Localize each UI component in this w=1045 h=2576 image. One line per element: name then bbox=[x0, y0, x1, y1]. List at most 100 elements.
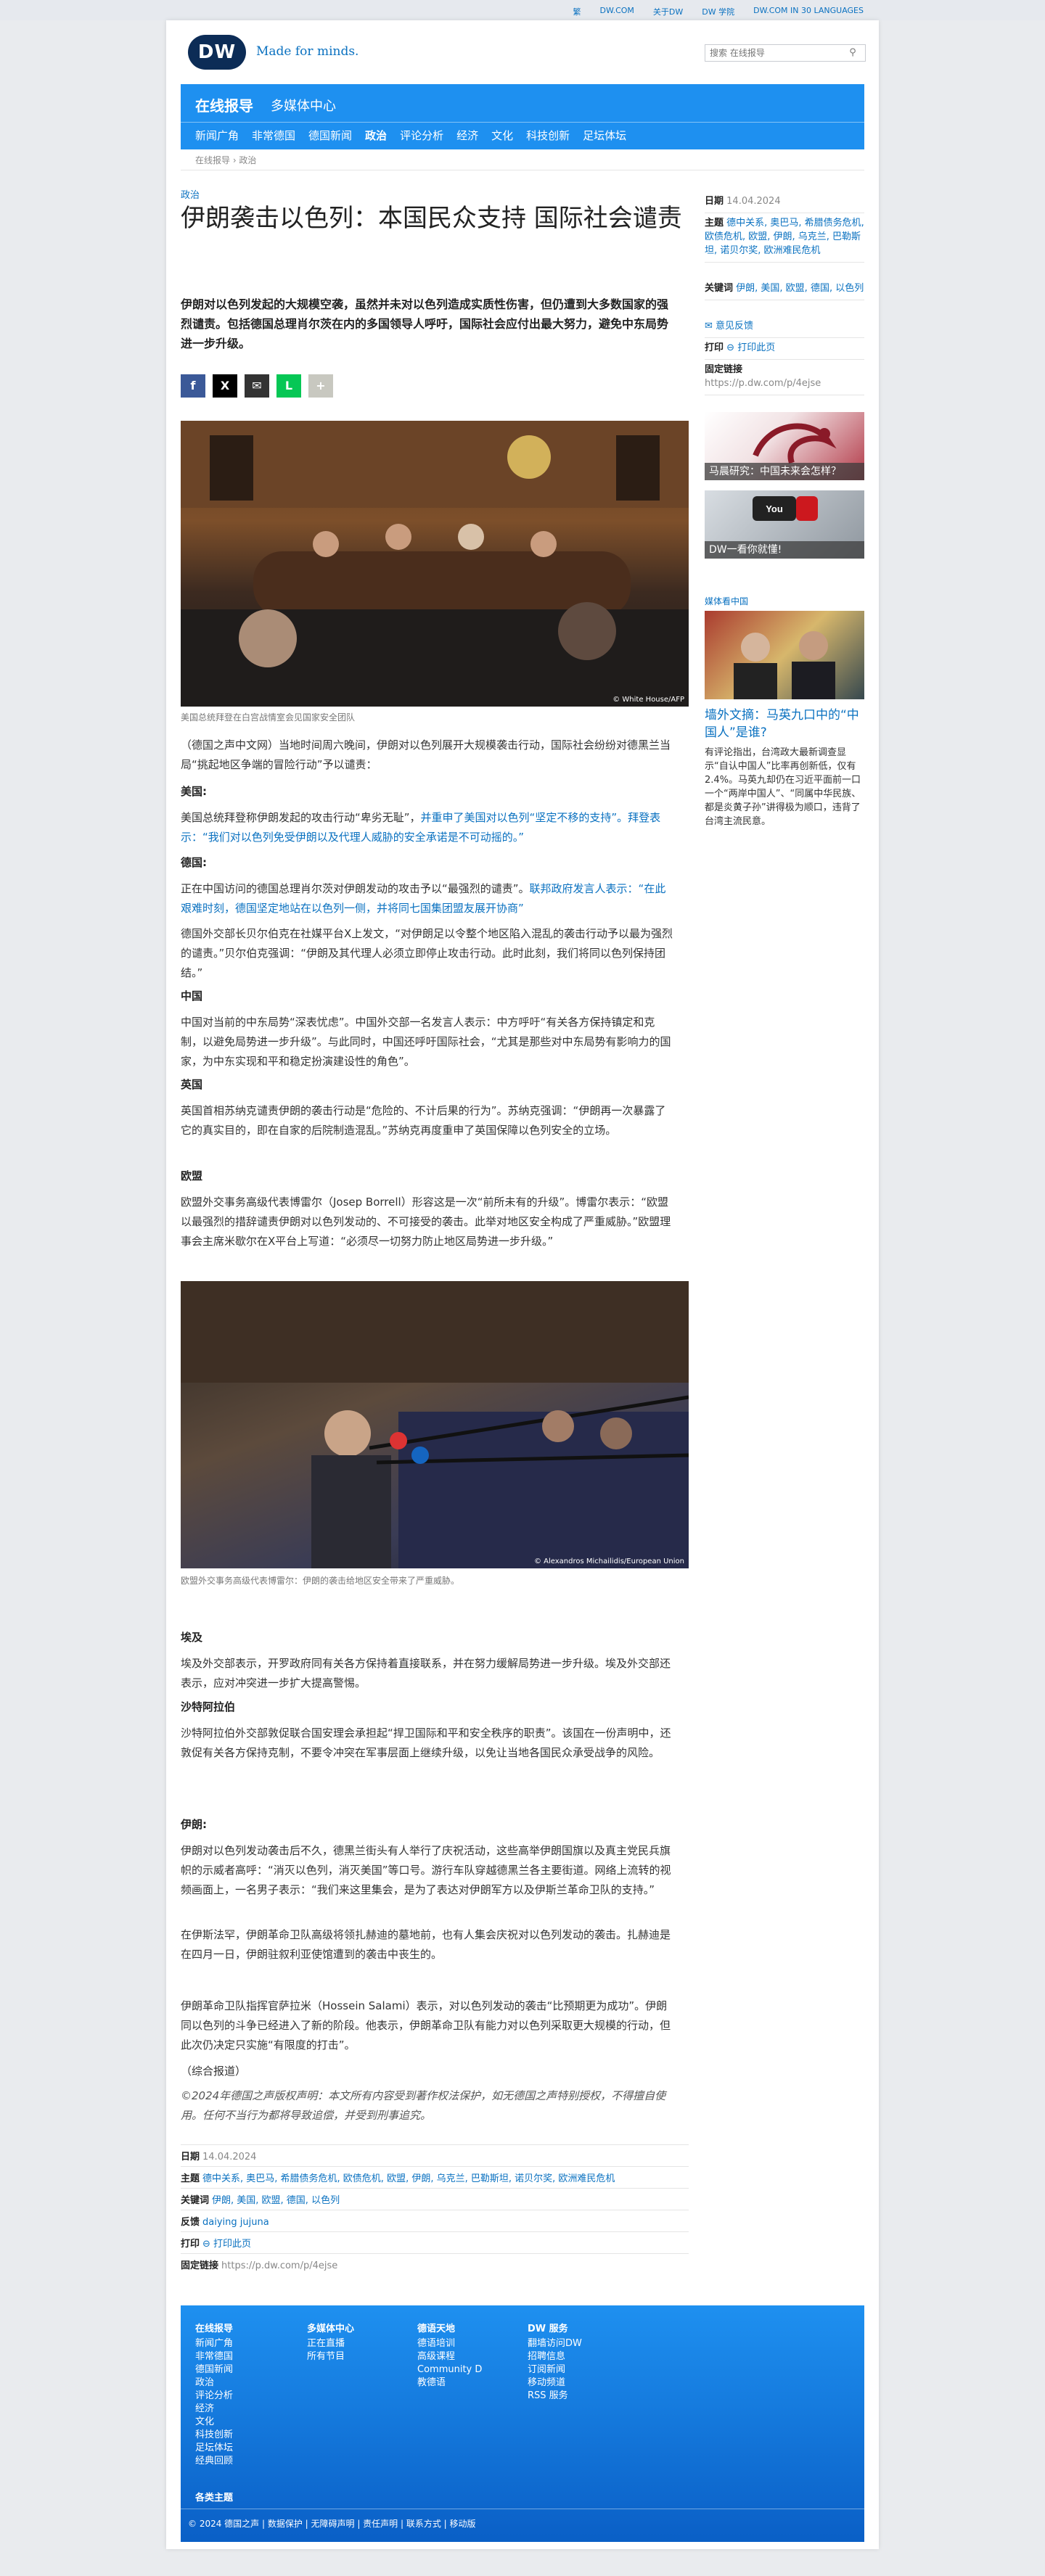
footer-link[interactable]: Community D bbox=[417, 2363, 482, 2377]
main-navigation: 在线报导 多媒体中心 新闻广角 非常德国 德国新闻 政治 评论分析 经济 文化 … bbox=[181, 84, 864, 149]
side-label: 关键词 bbox=[705, 283, 734, 294]
nav-item[interactable]: 科技创新 bbox=[526, 128, 570, 143]
footer-link[interactable]: 文化 bbox=[195, 2416, 233, 2429]
footer-legal-links[interactable]: © 2024 德国之声 | 数据保护 | 无障碍声明 | 责任声明 | 联系方式… bbox=[188, 2517, 476, 2530]
side-permalink-row: 固定链接 https://p.dw.com/p/4ejse bbox=[705, 363, 864, 395]
footer-topics-link[interactable]: 各类主题 bbox=[195, 2490, 233, 2503]
footer-link[interactable]: 政治 bbox=[195, 2377, 233, 2390]
page-container: DW Made for minds. ⚲ 在线报导 多媒体中心 新闻广角 非常德… bbox=[166, 20, 879, 2549]
nav-item[interactable]: 评论分析 bbox=[400, 128, 443, 143]
side-topics-links[interactable]: 德中关系, 奥巴马, 希腊债务危机, 欧债危机, 欧盟, 伊朗, 乌克兰, 巴勒… bbox=[705, 218, 864, 256]
footer-link[interactable]: 教德语 bbox=[417, 2377, 482, 2390]
nav-item[interactable]: 新闻广角 bbox=[195, 128, 239, 143]
search-icon[interactable]: ⚲ bbox=[845, 46, 860, 59]
photo-credit: © White House/AFP bbox=[612, 696, 684, 704]
nav-item[interactable]: 非常德国 bbox=[252, 128, 295, 143]
nav-item[interactable]: 德国新闻 bbox=[308, 128, 352, 143]
side-permalink[interactable]: https://p.dw.com/p/4ejse bbox=[705, 378, 821, 389]
meta-date: 14.04.2024 bbox=[202, 2152, 257, 2163]
footer-link[interactable]: RSS 服务 bbox=[528, 2390, 582, 2403]
footer-column: 多媒体中心 正在直播 所有节目 bbox=[307, 2323, 354, 2363]
section-heading-china: 中国 bbox=[181, 989, 203, 1003]
footer-heading[interactable]: 在线报导 bbox=[195, 2323, 233, 2336]
paragraph-text: 美国总统拜登称伊朗发起的攻击行动“卑劣无耻”， bbox=[181, 811, 421, 824]
side-story-desc: 有评论指出，台湾政大最新调查显示“自认中国人”比率再创新低，仅有2.4%。马英九… bbox=[705, 747, 861, 827]
more-share-icon[interactable]: + bbox=[308, 374, 333, 398]
promo-banner-youtube[interactable]: You DW一看你就懂! bbox=[705, 490, 864, 559]
footer-link[interactable]: 经典回顾 bbox=[195, 2455, 233, 2468]
footer-heading[interactable]: 德语天地 bbox=[417, 2323, 482, 2336]
footer-link[interactable]: 所有节目 bbox=[307, 2350, 354, 2363]
nav-divider bbox=[181, 122, 864, 123]
footer-link[interactable]: 足坛体坛 bbox=[195, 2442, 233, 2455]
side-keywords-links[interactable]: 伊朗, 美国, 欧盟, 德国, 以色列 bbox=[736, 283, 864, 294]
footer-link[interactable]: 评论分析 bbox=[195, 2390, 233, 2403]
footer-link[interactable]: 德国新闻 bbox=[195, 2363, 233, 2377]
nav-multimedia[interactable]: 多媒体中心 bbox=[271, 96, 336, 115]
footer-heading[interactable]: DW 服务 bbox=[528, 2323, 582, 2336]
footer-link[interactable]: 翻墙访问DW bbox=[528, 2337, 582, 2350]
photo-caption: 欧盟外交事务高级代表博雷尔：伊朗的袭击给地区安全带来了严重威胁。 bbox=[181, 1576, 460, 1586]
meta-topics-links[interactable]: 德中关系, 奥巴马, 希腊债务危机, 欧债危机, 欧盟, 伊朗, 乌克兰, 巴勒… bbox=[202, 2173, 615, 2184]
x-icon[interactable]: X bbox=[213, 374, 237, 398]
footer-link[interactable]: 德语培训 bbox=[417, 2337, 482, 2350]
nav-item-active[interactable]: 政治 bbox=[365, 128, 387, 143]
section-heading-uk: 英国 bbox=[181, 1078, 203, 1091]
footer-link[interactable]: 移动频道 bbox=[528, 2377, 582, 2390]
side-story-title[interactable]: 墙外文摘：马英九口中的“中国人”是谁? bbox=[705, 707, 864, 741]
footer-link[interactable]: 订阅新闻 bbox=[528, 2363, 582, 2377]
nav-items: 新闻广角 非常德国 德国新闻 政治 评论分析 经济 文化 科技创新 足坛体坛 bbox=[195, 128, 626, 143]
footer: 在线报导 新闻广角 非常德国 德国新闻 政治 评论分析 经济 文化 科技创新 足… bbox=[181, 2305, 864, 2542]
footer-link[interactable]: 非常德国 bbox=[195, 2350, 233, 2363]
side-print-link[interactable]: 打印此页 bbox=[737, 342, 775, 353]
section-heading-egypt: 埃及 bbox=[181, 1631, 203, 1644]
footer-link[interactable]: 新闻广角 bbox=[195, 2337, 233, 2350]
meta-label: 打印 bbox=[181, 2239, 200, 2250]
nav-item[interactable]: 经济 bbox=[456, 128, 478, 143]
nav-item[interactable]: 文化 bbox=[491, 128, 513, 143]
feedback-icon[interactable]: ✉ bbox=[705, 321, 716, 332]
meta-label: 反馈 bbox=[181, 2217, 200, 2228]
print-icon[interactable]: ⊖ bbox=[726, 342, 737, 353]
top-link-traditional[interactable]: 繁 bbox=[573, 6, 581, 17]
paragraph-germany: 正在中国访问的德国总理肖尔茨对伊朗发动的攻击予以“最强烈的谴责”。联邦政府发言人… bbox=[181, 879, 674, 918]
section-heading-us: 美国: bbox=[181, 785, 207, 798]
paragraph-us: 美国总统拜登称伊朗发起的攻击行动“卑劣无耻”，并重申了美国对以色列“坚定不移的支… bbox=[181, 808, 674, 847]
top-link-academy[interactable]: DW 学院 bbox=[702, 6, 734, 17]
paragraph: 英国首相苏纳克谴责伊朗的袭击行动是“危险的、不计后果的行为”。苏纳克强调：“伊朗… bbox=[181, 1104, 666, 1137]
article-kicker[interactable]: 政治 bbox=[181, 187, 200, 201]
side-feedback-link[interactable]: 意见反馈 bbox=[716, 321, 753, 332]
media-section-heading[interactable]: 媒体看中国 bbox=[705, 595, 748, 607]
nav-item[interactable]: 足坛体坛 bbox=[583, 128, 626, 143]
footer-link[interactable]: 高级课程 bbox=[417, 2350, 482, 2363]
footer-heading[interactable]: 多媒体中心 bbox=[307, 2323, 354, 2336]
facebook-icon[interactable]: f bbox=[181, 374, 205, 398]
search-input[interactable] bbox=[705, 44, 866, 62]
side-label: 日期 bbox=[705, 196, 724, 207]
footer-link[interactable]: 科技创新 bbox=[195, 2429, 233, 2442]
dw-logo[interactable]: DW bbox=[188, 35, 246, 70]
meta-print-link[interactable]: 打印此页 bbox=[213, 2239, 251, 2250]
meta-keywords-links[interactable]: 伊朗, 美国, 欧盟, 德国, 以色列 bbox=[212, 2195, 340, 2206]
line-icon[interactable]: L bbox=[276, 374, 301, 398]
promo-banner-china-future[interactable]: 马晨研究：中国未来会怎样？ bbox=[705, 412, 864, 480]
article-lead: 伊朗对以色列发起的大规模空袭，虽然并未对以色列造成实质性伤害，但仍遭到大多数国家… bbox=[181, 297, 669, 350]
top-link-languages[interactable]: DW.COM IN 30 LANGUAGES bbox=[753, 6, 864, 17]
nav-section-title[interactable]: 在线报导 bbox=[195, 94, 253, 115]
paragraph: 在伊斯法罕，伊朗革命卫队高级将领扎赫迪的墓地前，也有人集会庆祝对以色列发动的袭击… bbox=[181, 1928, 671, 1961]
footer-link[interactable]: 经济 bbox=[195, 2403, 233, 2416]
footer-link[interactable]: 正在直播 bbox=[307, 2337, 354, 2350]
meta-permalink[interactable]: https://p.dw.com/p/4ejse bbox=[221, 2260, 337, 2271]
breadcrumb[interactable]: 在线报导 › 政治 bbox=[195, 154, 256, 166]
borrell-photo: © Alexandros Michailidis/European Union bbox=[181, 1281, 689, 1568]
section-heading-iran: 伊朗: bbox=[181, 1818, 207, 1831]
top-link-dwcom[interactable]: DW.COM bbox=[600, 6, 634, 17]
print-icon[interactable]: ⊖ bbox=[202, 2239, 213, 2250]
side-label: 主题 bbox=[705, 218, 724, 229]
meta-feedback-link[interactable]: daiying jujuna bbox=[202, 2217, 269, 2228]
side-label: 固定链接 bbox=[705, 364, 743, 375]
email-icon[interactable]: ✉ bbox=[245, 374, 269, 398]
side-story-photo[interactable] bbox=[705, 611, 864, 699]
footer-link[interactable]: 招聘信息 bbox=[528, 2350, 582, 2363]
top-link-about[interactable]: 关于DW bbox=[653, 6, 683, 17]
